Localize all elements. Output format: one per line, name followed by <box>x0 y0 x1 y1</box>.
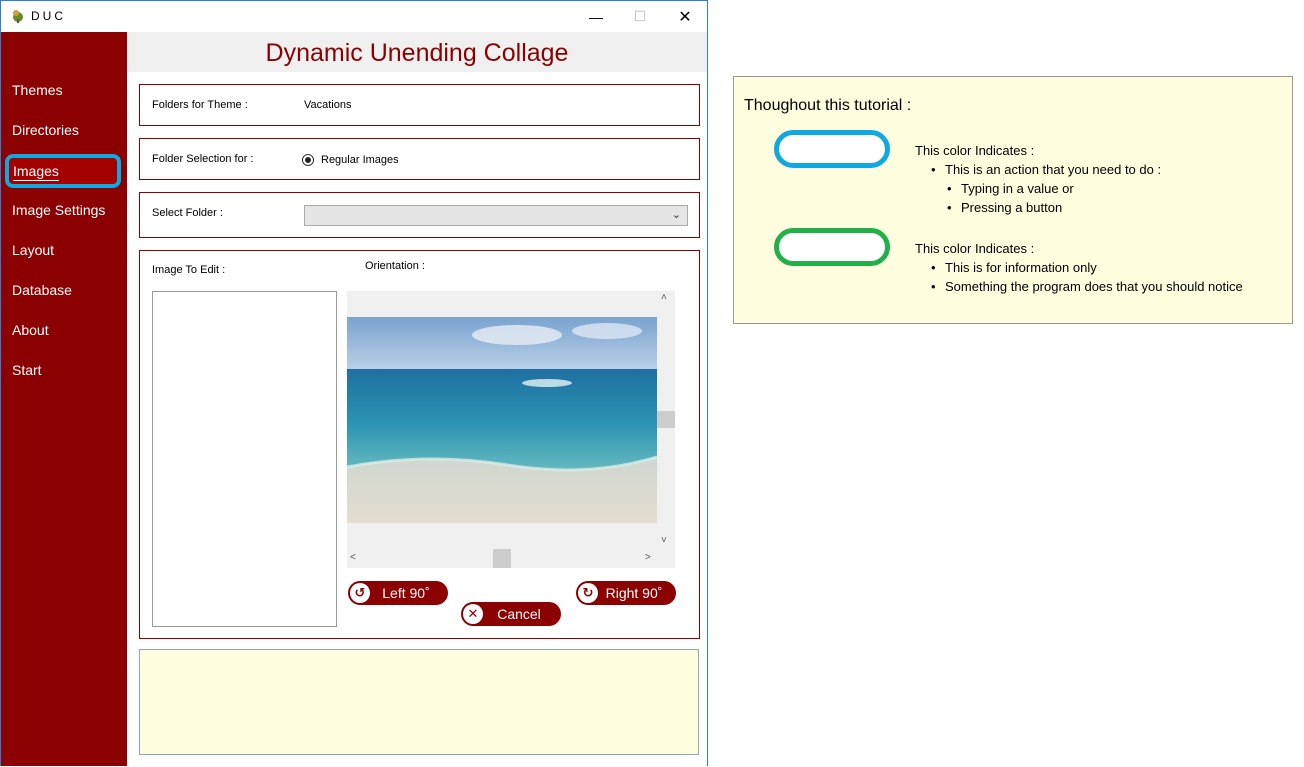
folders-for-theme-panel: Folders for Theme : Vacations <box>139 84 700 126</box>
rotate-left-icon: ↺ <box>350 583 370 603</box>
rotate-left-button[interactable]: ↺ Left 90˚ <box>348 581 448 605</box>
app-logo-icon <box>13 10 23 23</box>
sidebar-item-about[interactable]: About <box>12 322 49 338</box>
image-edit-panel: Image To Edit : Orientation : ˄ ˅ < > ↺ … <box>139 250 700 639</box>
page-title: Dynamic Unending Collage <box>265 39 569 67</box>
preview-image <box>347 317 657 523</box>
sidebar-item-start[interactable]: Start <box>12 362 42 378</box>
green-info-swatch <box>774 228 890 266</box>
sidebar-item-layout[interactable]: Layout <box>12 242 54 258</box>
title-bar: DUC — ☐ ✕ <box>1 1 707 32</box>
maximize-icon: ☐ <box>633 8 647 24</box>
chevron-down-icon: ⌄ <box>671 209 681 221</box>
image-to-edit-label: Image To Edit : <box>152 264 226 276</box>
page-header: Dynamic Unending Collage <box>127 32 707 72</box>
horizontal-scrollbar[interactable]: < > <box>347 549 657 568</box>
vertical-scrollbar[interactable]: ˄ ˅ <box>657 291 675 549</box>
sidebar-item-database[interactable]: Database <box>12 282 72 298</box>
blue-line1: This is an action that you need to do : <box>931 162 1161 177</box>
scroll-right-icon[interactable]: > <box>645 552 651 563</box>
green-heading: This color Indicates : <box>915 241 1035 256</box>
select-folder-panel: Select Folder : ⌄ <box>139 192 700 238</box>
rotate-left-label: Left 90˚ <box>382 585 430 601</box>
rotate-right-button[interactable]: ↻ Right 90˚ <box>576 581 676 605</box>
scroll-down-icon[interactable]: ˅ <box>661 535 667 546</box>
blue-sub2: Pressing a button <box>947 200 1062 215</box>
legend-title: Thoughout this tutorial : <box>744 97 912 114</box>
image-viewer: ˄ ˅ < > <box>347 291 675 568</box>
app-window: DUC — ☐ ✕ Themes Directories Images Imag… <box>0 0 708 766</box>
orientation-label: Orientation : <box>365 260 425 272</box>
blue-sub1: Typing in a value or <box>947 181 1074 196</box>
rotate-right-icon: ↻ <box>578 583 598 603</box>
green-line2: Something the program does that you shou… <box>931 279 1243 294</box>
select-folder-label: Select Folder : <box>152 207 223 219</box>
regular-images-label[interactable]: Regular Images <box>321 154 399 166</box>
maximize-button[interactable]: ☐ <box>617 1 663 32</box>
green-line1: This is for information only <box>931 260 1097 275</box>
sidebar-item-label: Images <box>13 163 59 181</box>
sidebar-item-themes[interactable]: Themes <box>12 82 63 98</box>
regular-images-radio[interactable] <box>302 154 314 166</box>
main-content: Folders for Theme : Vacations Folder Sel… <box>127 72 707 766</box>
sidebar: Themes Directories Images Image Settings… <box>1 32 127 766</box>
blue-action-swatch <box>774 130 890 168</box>
vertical-scroll-thumb[interactable] <box>657 411 675 428</box>
tutorial-legend: Thoughout this tutorial : This color Ind… <box>733 76 1293 324</box>
sidebar-item-image-settings[interactable]: Image Settings <box>12 202 105 218</box>
close-icon: ✕ <box>678 8 692 26</box>
info-message-area <box>139 649 699 755</box>
select-folder-dropdown[interactable]: ⌄ <box>304 205 688 226</box>
folder-selection-panel: Folder Selection for : Regular Images <box>139 138 700 180</box>
image-list[interactable] <box>152 291 337 627</box>
scroll-up-icon[interactable]: ˄ <box>661 292 667 303</box>
close-button[interactable]: ✕ <box>662 1 708 32</box>
window-title: DUC <box>31 9 66 23</box>
scroll-left-icon[interactable]: < <box>350 552 356 563</box>
minimize-icon: — <box>589 8 603 25</box>
cancel-label: Cancel <box>497 606 541 622</box>
blue-heading: This color Indicates : <box>915 143 1035 158</box>
minimize-button[interactable]: — <box>573 1 619 32</box>
rotate-right-label: Right 90˚ <box>605 585 663 601</box>
folders-for-theme-value: Vacations <box>304 99 352 111</box>
horizontal-scroll-thumb[interactable] <box>493 549 511 568</box>
folder-selection-label: Folder Selection for : <box>152 153 254 165</box>
cancel-icon: ✕ <box>463 604 483 624</box>
sidebar-item-directories[interactable]: Directories <box>12 122 79 138</box>
cancel-button[interactable]: ✕ Cancel <box>461 602 561 626</box>
sidebar-item-images[interactable]: Images <box>5 154 121 188</box>
folders-for-theme-label: Folders for Theme : <box>152 99 248 111</box>
